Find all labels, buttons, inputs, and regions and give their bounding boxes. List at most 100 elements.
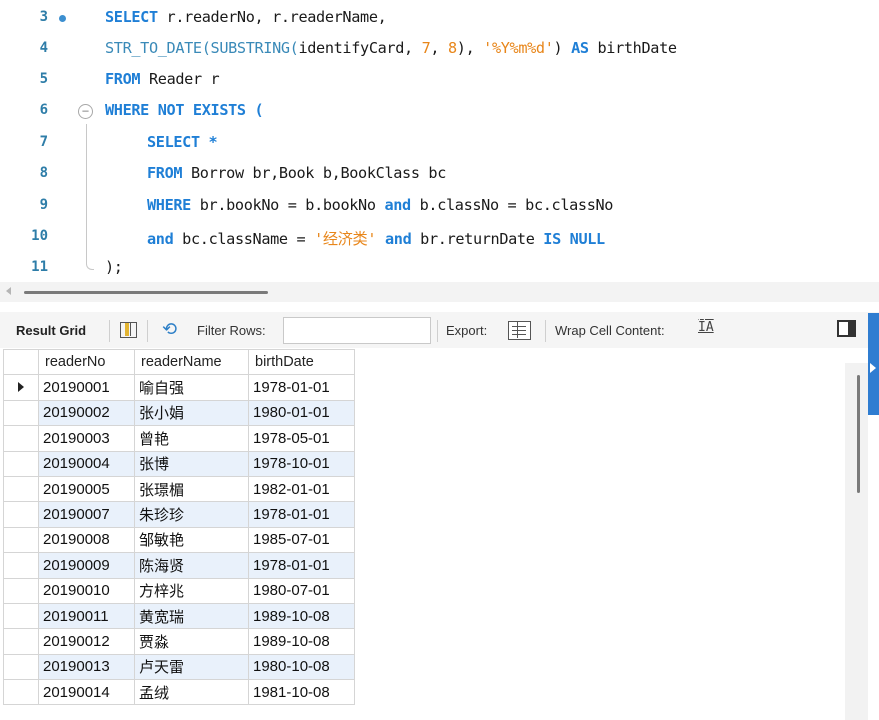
cell-readername[interactable]: 曾艳 — [134, 425, 249, 452]
column-header-birthdate[interactable]: birthDate — [248, 348, 355, 376]
line-number: 10 — [31, 228, 48, 244]
cell-readerno[interactable]: 20190003 — [38, 425, 135, 452]
cell-readername[interactable]: 陈海贤 — [134, 552, 249, 579]
cell-readerno[interactable]: 20190012 — [38, 628, 135, 655]
code-text: and bc.className = '经济类' and br.returnDa… — [147, 230, 605, 248]
cell-birthdate[interactable]: 1980-10-08 — [248, 653, 355, 681]
cell-readername[interactable]: 喻自强 — [134, 374, 249, 401]
scrollbar-thumb[interactable] — [857, 375, 860, 493]
export-icon[interactable] — [508, 321, 531, 340]
table-row[interactable]: 20190004 张博 1978-10-01 — [3, 450, 355, 477]
cell-birthdate[interactable]: 1978-01-01 — [248, 374, 355, 401]
row-indicator — [3, 552, 39, 579]
statement-marker-icon[interactable] — [59, 15, 66, 22]
column-header-readername[interactable]: readerName — [134, 348, 249, 376]
current-row-marker — [3, 374, 39, 401]
table-row[interactable]: 20190002 张小娟 1980-01-01 — [3, 399, 355, 427]
cell-readerno[interactable]: 20190010 — [38, 577, 135, 604]
toolbar-separator — [109, 320, 110, 342]
table-row[interactable]: 20190013 卢天雷 1980-10-08 — [3, 653, 355, 681]
cell-readerno[interactable]: 20190008 — [38, 526, 135, 554]
cell-birthdate[interactable]: 1980-01-01 — [248, 399, 355, 427]
cell-birthdate[interactable]: 1978-05-01 — [248, 425, 355, 452]
code-line[interactable]: 11 ); — [0, 252, 879, 283]
table-row[interactable]: 20190008 邹敏艳 1985-07-01 — [3, 526, 355, 554]
cell-birthdate[interactable]: 1982-01-01 — [248, 475, 355, 503]
scroll-left-icon[interactable] — [6, 287, 11, 295]
wrap-text-icon[interactable]: ĪA — [698, 320, 714, 335]
line-number: 4 — [39, 40, 48, 56]
cell-readername[interactable]: 张博 — [134, 450, 249, 477]
code-text: FROM Borrow br,Book b,BookClass bc — [147, 164, 446, 182]
toggle-panel-icon[interactable] — [837, 320, 856, 337]
table-row[interactable]: 20190009 陈海贤 1978-01-01 — [3, 552, 355, 579]
cell-readerno[interactable]: 20190007 — [38, 501, 135, 528]
cell-readerno[interactable]: 20190001 — [38, 374, 135, 401]
cell-readername[interactable]: 张璟楣 — [134, 475, 249, 503]
code-line[interactable]: 10 and bc.className = '经济类' and br.retur… — [0, 221, 879, 252]
code-text: SELECT r.readerNo, r.readerName, — [105, 8, 387, 26]
table-row[interactable]: 20190001 喻自强 1978-01-01 — [3, 374, 355, 401]
code-line[interactable]: 6 − WHERE NOT EXISTS ( — [0, 95, 879, 126]
table-row[interactable]: 20190005 张璟楣 1982-01-01 — [3, 475, 355, 503]
cell-readerno[interactable]: 20190011 — [38, 602, 135, 630]
cell-readername[interactable]: 邹敏艳 — [134, 526, 249, 554]
cell-readerno[interactable]: 20190014 — [38, 679, 135, 706]
cell-birthdate[interactable]: 1978-01-01 — [248, 552, 355, 579]
cell-readername[interactable]: 张小娟 — [134, 399, 249, 427]
cell-birthdate[interactable]: 1980-07-01 — [248, 577, 355, 604]
refresh-icon[interactable]: ⟲ — [162, 320, 177, 338]
table-row[interactable]: 20190011 黄宽瑞 1989-10-08 — [3, 602, 355, 630]
code-text: WHERE NOT EXISTS ( — [105, 101, 264, 119]
code-line[interactable]: 8 FROM Borrow br,Book b,BookClass bc — [0, 158, 879, 189]
code-line[interactable]: 9 WHERE br.bookNo = b.bookNo and b.class… — [0, 190, 879, 221]
line-number: 3 — [39, 9, 48, 25]
code-line[interactable]: 7 SELECT * — [0, 127, 879, 158]
cell-readerno[interactable]: 20190009 — [38, 552, 135, 579]
row-indicator — [3, 450, 39, 477]
table-row[interactable]: 20190014 孟绒 1981-10-08 — [3, 679, 355, 706]
cell-readername[interactable]: 朱珍珍 — [134, 501, 249, 528]
sql-editor[interactable]: 3 SELECT r.readerNo, r.readerName, 4 STR… — [0, 0, 879, 284]
cell-birthdate[interactable]: 1978-01-01 — [248, 501, 355, 528]
row-indicator — [3, 501, 39, 528]
cell-readerno[interactable]: 20190004 — [38, 450, 135, 477]
cell-readerno[interactable]: 20190013 — [38, 653, 135, 681]
cell-birthdate[interactable]: 1981-10-08 — [248, 679, 355, 706]
expand-panel-icon[interactable] — [870, 363, 876, 373]
export-label: Export: — [446, 323, 488, 338]
cell-readerno[interactable]: 20190005 — [38, 475, 135, 503]
code-line[interactable]: 4 STR_TO_DATE(SUBSTRING(identifyCard, 7,… — [0, 33, 879, 64]
filter-rows-input[interactable] — [283, 317, 431, 344]
wrap-cell-content-label: Wrap Cell Content: — [555, 323, 665, 338]
row-indicator — [3, 577, 39, 604]
row-indicator — [3, 679, 39, 706]
current-row-arrow-icon — [18, 382, 24, 393]
cell-readerno[interactable]: 20190002 — [38, 399, 135, 427]
table-row[interactable]: 20190003 曾艳 1978-05-01 — [3, 425, 355, 452]
code-text: SELECT * — [147, 133, 218, 151]
table-row[interactable]: 20190012 贾淼 1989-10-08 — [3, 628, 355, 655]
fold-guide — [86, 124, 87, 264]
cell-readername[interactable]: 孟绒 — [134, 679, 249, 706]
column-header-readerno[interactable]: readerNo — [38, 348, 135, 376]
cell-birthdate[interactable]: 1989-10-08 — [248, 602, 355, 630]
cell-readername[interactable]: 方梓兆 — [134, 577, 249, 604]
cell-readername[interactable]: 黄宽瑞 — [134, 602, 249, 630]
code-line[interactable]: 5 FROM Reader r — [0, 64, 879, 95]
cell-readername[interactable]: 贾淼 — [134, 628, 249, 655]
result-grid-tab[interactable]: Result Grid — [16, 323, 86, 338]
cell-birthdate[interactable]: 1978-10-01 — [248, 450, 355, 477]
cell-birthdate[interactable]: 1985-07-01 — [248, 526, 355, 554]
cell-birthdate[interactable]: 1989-10-08 — [248, 628, 355, 655]
fold-collapse-icon[interactable]: − — [78, 104, 93, 119]
code-text: WHERE br.bookNo = b.bookNo and b.classNo… — [147, 196, 614, 214]
grid-view-icon[interactable] — [120, 322, 137, 338]
table-row[interactable]: 20190010 方梓兆 1980-07-01 — [3, 577, 355, 604]
code-line[interactable]: 3 SELECT r.readerNo, r.readerName, — [0, 2, 879, 33]
scrollbar-thumb[interactable] — [24, 291, 268, 294]
editor-horizontal-scrollbar[interactable] — [0, 282, 879, 302]
table-row[interactable]: 20190007 朱珍珍 1978-01-01 — [3, 501, 355, 528]
cell-readername[interactable]: 卢天雷 — [134, 653, 249, 681]
code-text: FROM Reader r — [105, 70, 220, 88]
